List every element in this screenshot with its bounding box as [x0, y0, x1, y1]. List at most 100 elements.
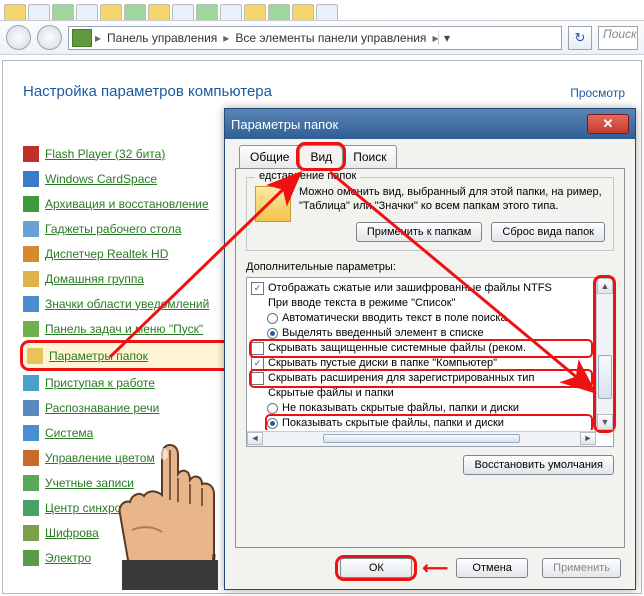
folder-view-group: едставление папок Можно оменить вид, выб… — [246, 177, 614, 251]
folder-options-dialog: Параметры папок ✕ Общие Вид Поиск едстав… — [224, 108, 636, 590]
adv-row-3[interactable]: Выделять введенный элемент в списке — [267, 326, 591, 341]
dialog-footer: ОК ⟵ Отмена Применить — [225, 547, 635, 589]
row-label: При вводе текста в режиме "Список" — [268, 297, 455, 309]
address-bar: ▸ Панель управления ▸ Все элементы панел… — [0, 21, 644, 55]
checkbox[interactable]: ✓ — [251, 282, 264, 295]
browser-tab-strip — [0, 0, 644, 21]
cp-item-link[interactable]: Шифрова — [45, 526, 99, 540]
cp-item-link[interactable]: Распознавание речи — [45, 401, 159, 415]
checkbox[interactable] — [251, 342, 264, 355]
tab-view[interactable]: Вид — [299, 145, 343, 168]
cp-item-link[interactable]: Параметры папок — [49, 349, 148, 363]
ok-button[interactable]: ОК — [340, 558, 412, 578]
apply-to-folders-button[interactable]: Применить к папкам — [356, 222, 483, 242]
radio[interactable] — [267, 418, 278, 429]
cp-item-icon — [23, 475, 39, 491]
cp-item-link[interactable]: Flash Player (32 бита) — [45, 147, 165, 161]
dialog-titlebar[interactable]: Параметры папок ✕ — [225, 109, 635, 139]
radio[interactable] — [267, 328, 278, 339]
cp-item-link[interactable]: Электро — [45, 551, 91, 565]
cp-item-link[interactable]: Диспетчер Realtek HD — [45, 247, 168, 261]
cp-item-link[interactable]: Система — [45, 426, 93, 440]
cp-item-icon — [23, 500, 39, 516]
crumb-2[interactable]: Все элементы панели управления — [229, 31, 432, 45]
cp-item-icon — [23, 221, 39, 237]
list-horizontal-scrollbar[interactable]: ◄► — [247, 431, 596, 446]
group-legend: едставление папок — [255, 170, 360, 182]
adv-row-9[interactable]: Показывать скрытые файлы, папки и диски — [267, 416, 591, 430]
cp-item-link[interactable]: Панель задач и меню "Пуск" — [45, 322, 203, 336]
adv-row-5[interactable]: ✓ Скрывать пустые диски в папке "Компьюте… — [251, 356, 591, 371]
cp-item-link[interactable]: Центр синхро — [45, 501, 121, 515]
group-text: Можно оменить вид, выбранный для этой па… — [255, 186, 605, 214]
cp-item-link[interactable]: Гаджеты рабочего стола — [45, 222, 181, 236]
cp-item-icon — [23, 450, 39, 466]
adv-row-2[interactable]: Автоматически вводить текст в поле поиск… — [267, 311, 591, 326]
cp-item-icon — [23, 271, 39, 287]
control-panel-icon — [72, 29, 92, 47]
scroll-down-button[interactable]: ▼ — [597, 414, 613, 430]
adv-row-0[interactable]: ✓ Отображать сжатые или зашифрованные фай… — [251, 281, 591, 296]
cp-item-link[interactable]: Приступая к работе — [45, 376, 155, 390]
row-label: Выделять введенный элемент в списке — [282, 327, 484, 339]
cp-item-link[interactable]: Домашняя группа — [45, 272, 144, 286]
dialog-title: Параметры папок — [231, 117, 338, 132]
advanced-label: Дополнительные параметры: — [246, 261, 614, 273]
view-mode-link[interactable]: Просмотр — [570, 86, 625, 100]
dialog-tabs: Общие Вид Поиск — [239, 145, 629, 168]
adv-row-8[interactable]: Не показывать скрытые файлы, папки и дис… — [267, 401, 591, 416]
row-label: Скрытые файлы и папки — [268, 387, 394, 399]
refresh-button[interactable]: ↻ — [568, 26, 592, 50]
cp-item-icon — [23, 550, 39, 566]
breadcrumb[interactable]: ▸ Панель управления ▸ Все элементы панел… — [68, 26, 562, 50]
cp-item-link[interactable]: Учетные записи — [45, 476, 134, 490]
cp-item-link[interactable]: Архивация и восстановление — [45, 197, 209, 211]
tab-general[interactable]: Общие — [239, 145, 300, 168]
cp-item-link[interactable]: Windows CardSpace — [45, 172, 157, 186]
checkbox[interactable]: ✓ — [251, 357, 264, 370]
cp-item-icon — [23, 171, 39, 187]
checkbox[interactable] — [251, 372, 264, 385]
row-label: Скрывать защищенные системные файлы (рек… — [268, 342, 526, 354]
row-label: Скрывать расширения для зарегистрированн… — [268, 372, 534, 384]
row-label: Скрывать пустые диски в папке "Компьютер… — [268, 357, 497, 369]
adv-row-6[interactable]: Скрывать расширения для зарегистрированн… — [251, 371, 591, 386]
scroll-up-button[interactable]: ▲ — [597, 278, 613, 294]
cp-item-icon — [27, 348, 43, 364]
cp-item-icon — [23, 196, 39, 212]
reset-folders-button[interactable]: Сброс вида папок — [491, 222, 605, 242]
row-label: Отображать сжатые или зашифрованные файл… — [268, 282, 552, 294]
cp-item-icon — [23, 425, 39, 441]
folder-icon — [255, 186, 291, 222]
cp-item-icon — [23, 146, 39, 162]
row-label: Показывать скрытые файлы, папки и диски — [282, 417, 504, 429]
cp-item-icon — [23, 246, 39, 262]
tab-page-view: едставление папок Можно оменить вид, выб… — [235, 168, 625, 548]
adv-row-7[interactable]: Скрытые файлы и папки — [251, 386, 591, 401]
scroll-thumb[interactable] — [598, 355, 612, 399]
radio[interactable] — [267, 403, 278, 414]
advanced-settings-list[interactable]: ✓ Отображать сжатые или зашифрованные фай… — [246, 277, 614, 447]
adv-row-1[interactable]: При вводе текста в режиме "Список" — [251, 296, 591, 311]
crumb-1[interactable]: Панель управления — [101, 31, 223, 45]
radio[interactable] — [267, 313, 278, 324]
cp-item-icon — [23, 321, 39, 337]
adv-row-4[interactable]: Скрывать защищенные системные файлы (рек… — [251, 341, 591, 356]
close-button[interactable]: ✕ — [587, 114, 629, 134]
cp-item-icon — [23, 400, 39, 416]
nav-back-button[interactable] — [6, 25, 31, 50]
cp-item-link[interactable]: Значки области уведомлений — [45, 297, 209, 311]
apply-button[interactable]: Применить — [542, 558, 621, 578]
crumb-dropdown[interactable]: ▾ — [438, 31, 454, 45]
list-vertical-scrollbar[interactable]: ▲ ▼ — [596, 278, 613, 430]
tab-search[interactable]: Поиск — [342, 145, 397, 168]
row-label: Не показывать скрытые файлы, папки и дис… — [282, 402, 519, 414]
nav-forward-button[interactable] — [37, 25, 62, 50]
search-input[interactable]: Поиск — [598, 26, 638, 50]
cp-item-icon — [23, 375, 39, 391]
restore-defaults-button[interactable]: Восстановить умолчания — [463, 455, 614, 475]
page-title: Настройка параметров компьютера — [23, 83, 272, 100]
cp-item-link[interactable]: Управление цветом — [45, 451, 155, 465]
row-label: Автоматически вводить текст в поле поиск… — [282, 312, 507, 324]
cancel-button[interactable]: Отмена — [456, 558, 528, 578]
